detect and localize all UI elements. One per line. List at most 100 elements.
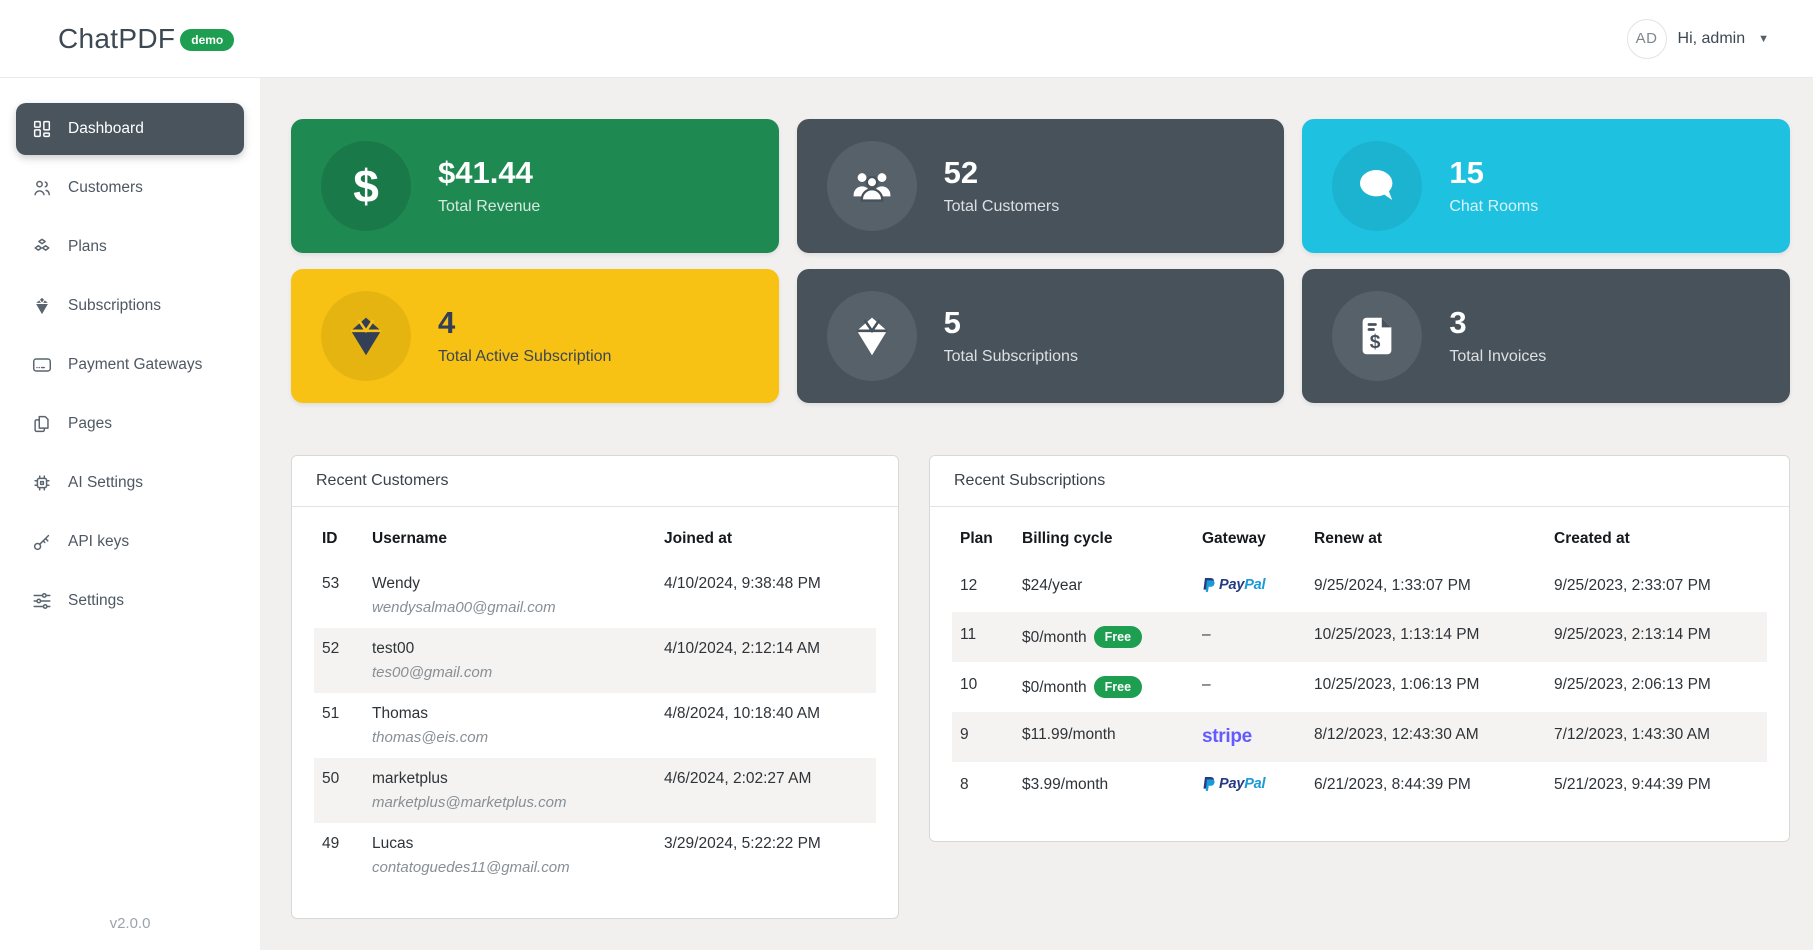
free-badge: Free [1094, 626, 1142, 648]
sidebar-item-label: Plans [68, 238, 107, 256]
sidebar-item-label: AI Settings [68, 474, 143, 492]
top-header: ChatPDF demo AD Hi, admin ▼ [0, 0, 1813, 78]
stat-value: 4 [438, 307, 611, 338]
chip-icon [31, 472, 53, 494]
billing-cycle: $11.99/month [1022, 726, 1116, 743]
stat-icon-circle: $ [321, 141, 411, 231]
customer-id: 53 [314, 563, 364, 628]
customer-joined-at: 4/10/2024, 9:38:48 PM [656, 563, 876, 628]
customer-joined-at: 4/8/2024, 10:18:40 AM [656, 693, 876, 758]
customer-id: 52 [314, 628, 364, 693]
subscription-billing-cell: $0/monthFree [1014, 612, 1194, 662]
brand-logo[interactable]: ChatPDF demo [58, 23, 234, 55]
table-row[interactable]: 50 marketplus marketplus@marketplus.com … [314, 758, 876, 823]
col-header-gateway: Gateway [1194, 513, 1306, 563]
sidebar-item-label: Payment Gateways [68, 356, 202, 374]
sidebar-item-label: Settings [68, 592, 124, 610]
sidebar-item-ai-settings[interactable]: AI Settings [16, 457, 244, 509]
customer-username: Thomas [372, 705, 646, 723]
recent-subscriptions-rows: 12 $24/year [952, 563, 1767, 811]
customer-username: Wendy [372, 575, 646, 593]
users-icon [31, 177, 53, 199]
subscription-plan-id: 10 [952, 662, 1014, 712]
gem-icon [848, 312, 896, 360]
customer-email: marketplus@marketplus.com [372, 794, 646, 811]
subscription-billing-cell: $24/year [1014, 563, 1194, 612]
customer-user-cell: Wendy wendysalma00@gmail.com [364, 563, 656, 628]
customer-username: Lucas [372, 835, 646, 853]
sidebar-item-payment-gateways[interactable]: Payment Gateways [16, 339, 244, 391]
recent-subscriptions-table: Plan Billing cycle Gateway Renew at Crea… [952, 513, 1767, 811]
sidebar-item-label: API keys [68, 533, 129, 551]
gem-icon [342, 312, 390, 360]
recent-customers-table: ID Username Joined at 53 Wendy [314, 513, 876, 888]
sidebar-item-pages[interactable]: Pages [16, 398, 244, 450]
table-row[interactable]: 51 Thomas thomas@eis.com 4/8/2024, 10:18… [314, 693, 876, 758]
customer-email: wendysalma00@gmail.com [372, 599, 646, 616]
subscription-created-at: 9/25/2023, 2:33:07 PM [1546, 563, 1767, 612]
avatar[interactable]: AD [1627, 19, 1667, 59]
sidebar-item-subscriptions[interactable]: Subscriptions [16, 280, 244, 332]
customer-user-cell: Thomas thomas@eis.com [364, 693, 656, 758]
sidebar-item-customers[interactable]: Customers [16, 162, 244, 214]
col-header-renew: Renew at [1306, 513, 1546, 563]
free-badge: Free [1094, 676, 1142, 698]
stat-card-total-customers: 52 Total Customers [797, 119, 1285, 253]
paypal-logo: PayPal [1202, 577, 1265, 593]
cubes-icon [31, 236, 53, 258]
customer-email: tes00@gmail.com [372, 664, 646, 681]
gem-icon [31, 295, 53, 317]
stat-value: 3 [1449, 307, 1546, 338]
subscription-gateway-cell: PayPal [1194, 762, 1306, 811]
stat-card-total-invoices: $ 3 Total Invoices [1302, 269, 1790, 403]
customer-username: marketplus [372, 770, 646, 788]
subscription-renew-at: 10/25/2023, 1:13:14 PM [1306, 612, 1546, 662]
svg-text:$: $ [1370, 332, 1381, 353]
user-menu[interactable]: AD Hi, admin ▼ [1627, 19, 1769, 59]
paypal-logo: PayPal [1202, 776, 1265, 792]
users-group-icon [849, 163, 895, 209]
recent-customers-body: ID Username Joined at 53 Wendy [292, 507, 898, 918]
paypal-mark-icon [1202, 776, 1216, 792]
stat-card-total-active-subscription: 4 Total Active Subscription [291, 269, 779, 403]
recent-customers-rows: 53 Wendy wendysalma00@gmail.com 4/10/202… [314, 563, 876, 888]
stats-grid: $ $41.44 Total Revenue 52 Total [291, 119, 1790, 403]
recent-customers-title: Recent Customers [292, 456, 898, 507]
subscription-gateway-cell: stripe [1194, 712, 1306, 762]
chat-bubble-icon [1353, 162, 1401, 210]
credit-card-icon [31, 354, 53, 376]
table-row[interactable]: 11 $0/monthFree – 10/25/2023, 1:13:14 PM [952, 612, 1767, 662]
stat-label: Total Customers [944, 198, 1060, 216]
customer-user-cell: test00 tes00@gmail.com [364, 628, 656, 693]
table-row[interactable]: 9 $11.99/month stripe 8/12/2023, 12:43:3… [952, 712, 1767, 762]
table-row[interactable]: 8 $3.99/month [952, 762, 1767, 811]
table-row[interactable]: 52 test00 tes00@gmail.com 4/10/2024, 2:1… [314, 628, 876, 693]
customer-email: contatoguedes11@gmail.com [372, 859, 646, 876]
stat-icon-circle [1332, 141, 1422, 231]
customer-username: test00 [372, 640, 646, 658]
sidebar-item-plans[interactable]: Plans [16, 221, 244, 273]
table-row[interactable]: 10 $0/monthFree – 10/25/2023, 1:06:13 PM [952, 662, 1767, 712]
col-header-created: Created at [1546, 513, 1767, 563]
table-row[interactable]: 12 $24/year [952, 563, 1767, 612]
subscription-created-at: 9/25/2023, 2:13:14 PM [1546, 612, 1767, 662]
customer-email: thomas@eis.com [372, 729, 646, 746]
billing-cycle: $3.99/month [1022, 776, 1108, 793]
stat-icon-circle [321, 291, 411, 381]
subscription-plan-id: 9 [952, 712, 1014, 762]
sidebar-item-label: Customers [68, 179, 143, 197]
sidebar-item-label: Subscriptions [68, 297, 161, 315]
sidebar-item-settings[interactable]: Settings [16, 575, 244, 627]
key-icon [31, 531, 53, 553]
sidebar-item-api-keys[interactable]: API keys [16, 516, 244, 568]
stat-value: $41.44 [438, 157, 540, 188]
table-row[interactable]: 49 Lucas contatoguedes11@gmail.com 3/29/… [314, 823, 876, 888]
sliders-icon [31, 590, 53, 612]
subscription-created-at: 7/12/2023, 1:43:30 AM [1546, 712, 1767, 762]
customer-user-cell: marketplus marketplus@marketplus.com [364, 758, 656, 823]
recent-subscriptions-panel: Recent Subscriptions Plan Billing cycle … [929, 455, 1790, 842]
paypal-mark-icon [1202, 577, 1216, 593]
table-row[interactable]: 53 Wendy wendysalma00@gmail.com 4/10/202… [314, 563, 876, 628]
invoice-icon: $ [1354, 313, 1400, 359]
sidebar-item-dashboard[interactable]: Dashboard [16, 103, 244, 155]
